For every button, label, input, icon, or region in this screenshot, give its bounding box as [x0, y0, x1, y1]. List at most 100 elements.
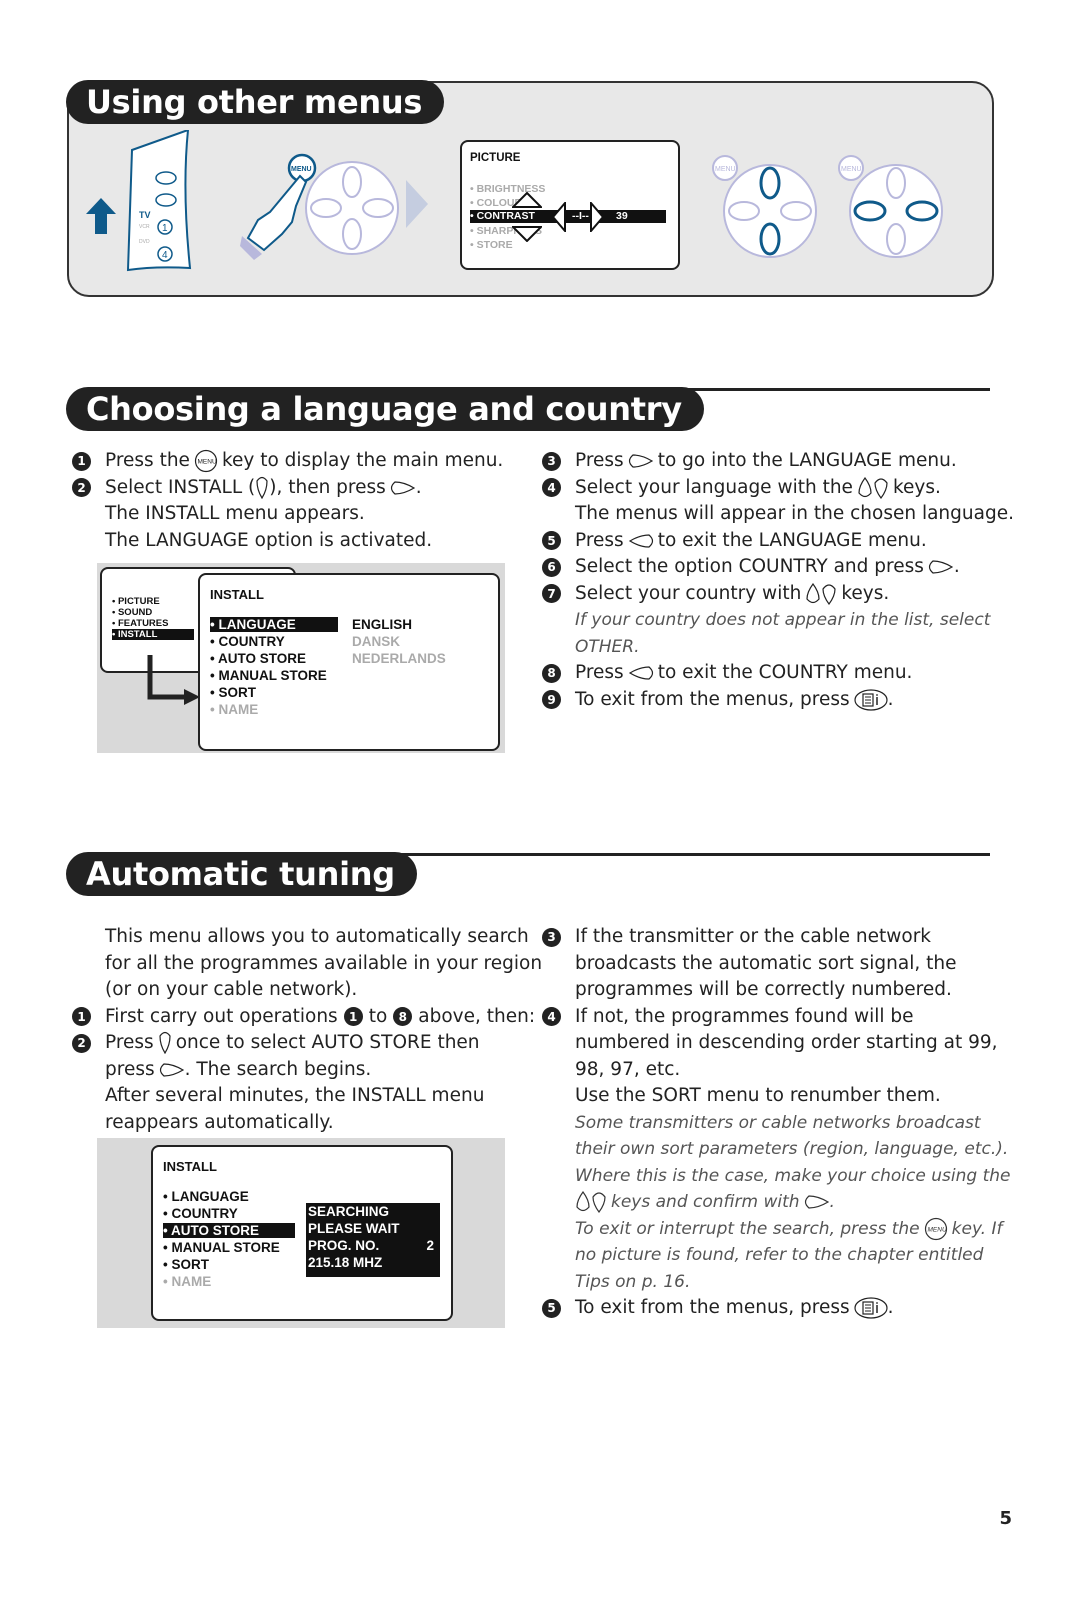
step-text: to exit the LANGUAGE menu. — [657, 529, 927, 551]
install-menu-title: INSTALL — [163, 1159, 217, 1174]
language-left-steps: 1 Press the MENU key to display the main… — [72, 448, 512, 554]
step-text: Select your language with the — [575, 476, 853, 498]
italic-note-keys: keys and confirm with . — [542, 1189, 1012, 1216]
step-number: 2 — [72, 478, 91, 498]
step-number: 7 — [542, 584, 561, 604]
install-item-disabled: • NAME — [210, 702, 259, 717]
section-title-language: Choosing a language and country — [66, 387, 704, 431]
step-text: Select the option COUNTRY and press — [575, 556, 924, 577]
exit-info-key-icon — [854, 689, 888, 711]
nav-down-arrow-icon — [512, 226, 542, 242]
right-key-icon — [928, 560, 954, 574]
italic-note: Where this is the case, make your choice… — [575, 1165, 1011, 1186]
step-text: Select INSTALL ( — [105, 476, 256, 498]
step-2: 2 Select INSTALL ( ), then press . — [72, 475, 512, 502]
step-text: once to select AUTO STORE then — [175, 1032, 480, 1053]
note-text: The menus will appear in the chosen lang… — [575, 503, 1014, 524]
tv-side-panel-illustration: TV VCR DVD 1 4 — [120, 128, 210, 280]
auto-tuning-left: This menu allows you to automatically se… — [72, 924, 543, 1136]
main-menu-item-selected: • INSTALL — [112, 629, 194, 640]
step-4: 4 Select your language with the keys. — [542, 475, 1002, 502]
status-please-wait: PLEASE WAIT — [308, 1221, 400, 1236]
exit-info-key-icon — [854, 1297, 888, 1319]
italic-note: If your country does not appear in the l… — [575, 610, 991, 630]
arrow-connector-icon — [147, 655, 200, 705]
up-arrow-icon — [86, 198, 116, 234]
step-text: 98, 97, etc. — [575, 1058, 681, 1080]
install-item-selected: • AUTO STORE — [163, 1223, 295, 1238]
step-text: Press — [575, 662, 624, 683]
svg-text:TV: TV — [139, 210, 151, 220]
step-4: 4 If not, the programmes found will be — [542, 1004, 1012, 1031]
step-1: 1 Press the MENU key to display the main… — [72, 448, 512, 475]
svg-text:DVD: DVD — [139, 239, 150, 245]
svg-text:4: 4 — [162, 250, 168, 261]
step-6: 6 Select the option COUNTRY and press . — [542, 554, 1002, 581]
step-text: To exit from the menus, press — [575, 1297, 850, 1318]
step-ref-number: 8 — [393, 1007, 413, 1027]
step-number: 5 — [542, 1298, 561, 1318]
step-text: programmes will be correctly numbered. — [575, 979, 952, 1000]
step-5: 5 Press to exit the LANGUAGE menu. — [542, 528, 1002, 555]
step-number: 3 — [542, 451, 561, 471]
svg-text:MENU: MENU — [197, 459, 216, 466]
left-key-icon — [628, 666, 653, 680]
step-9: 9 To exit from the menus, press . — [542, 687, 1002, 714]
step-text: key to display the main menu. — [221, 450, 504, 471]
step-text: . — [887, 1297, 894, 1318]
install-item-disabled: • NAME — [163, 1274, 212, 1289]
up-down-keys-icon — [576, 1191, 606, 1214]
install-item: • COUNTRY — [163, 1206, 238, 1221]
step-number: 2 — [72, 1033, 91, 1053]
step-number: 1 — [72, 451, 91, 471]
nav-left-arrow-icon — [552, 202, 566, 232]
italic-text: keys and confirm with — [611, 1192, 800, 1212]
italic-text: To exit or interrupt the search, press t… — [575, 1218, 920, 1239]
prog-row: PROG. NO. 2 — [308, 1237, 440, 1254]
step-5: 5 To exit from the menus, press . — [542, 1295, 1012, 1322]
italic-note: no picture is found, refer to the chapte… — [575, 1245, 984, 1265]
step-number: 6 — [542, 557, 561, 577]
step-text: First carry out operations — [105, 1005, 338, 1027]
section-title-other-menus: Using other menus — [66, 80, 445, 124]
page-number: 5 — [999, 1508, 1012, 1529]
step-text: . — [415, 476, 422, 498]
italic-note: OTHER. — [575, 636, 640, 657]
up-down-keys-icon — [806, 582, 836, 605]
section-rule — [380, 853, 990, 856]
step-2: 2 Press once to select AUTO STORE then — [72, 1030, 532, 1057]
italic-text: key. If — [951, 1218, 1003, 1239]
main-menu-item: • FEATURES — [112, 618, 169, 629]
step-1: 1 First carry out operations 1 to 8 abov… — [72, 1004, 535, 1031]
menu-key-icon: MENU — [924, 1217, 947, 1240]
intro-text: for all the programmes available in your… — [105, 952, 543, 974]
step-text: to go into the LANGUAGE menu. — [657, 450, 957, 471]
step-text: to exit the COUNTRY menu. — [657, 662, 913, 683]
contrast-value: 39 — [616, 210, 628, 222]
language-option: NEDERLANDS — [352, 651, 446, 666]
intro-text: This menu allows you to automatically se… — [105, 926, 529, 947]
step-number: 4 — [542, 478, 561, 498]
picture-menu-title: PICTURE — [470, 152, 521, 164]
after-text: After several minutes, the INSTALL menu — [105, 1085, 485, 1106]
step-text: Press the — [105, 450, 190, 471]
step-text: broadcasts the automatic sort signal, th… — [575, 952, 957, 974]
prog-label: PROG. NO. — [308, 1238, 380, 1253]
note-text: The LANGUAGE option is activated. — [105, 529, 433, 551]
step-number: 1 — [72, 1007, 91, 1027]
step-3: 3 If the transmitter or the cable networ… — [542, 924, 1012, 951]
up-down-keys-icon — [858, 476, 888, 499]
menu-key-icon: MENU — [194, 450, 218, 473]
prog-value: 2 — [426, 1238, 434, 1253]
step-text: . — [887, 688, 894, 710]
right-key-icon — [159, 1063, 184, 1077]
step-text: keys. — [841, 582, 890, 604]
install-item: • SORT — [210, 685, 256, 700]
status-searching: SEARCHING — [308, 1204, 390, 1219]
remote-pad-updown-illustration: MENU — [712, 155, 822, 265]
main-menu-item: • PICTURE — [112, 596, 160, 607]
contrast-slider[interactable]: --I-- — [572, 210, 589, 223]
step-7: 7 Select your country with keys. — [542, 581, 1002, 608]
language-option: DANSK — [352, 634, 401, 649]
after-text: reappears automatically. — [105, 1111, 334, 1133]
